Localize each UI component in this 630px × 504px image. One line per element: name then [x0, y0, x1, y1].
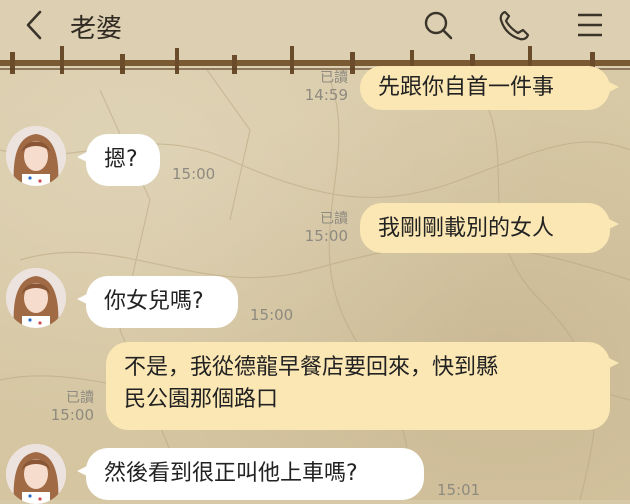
read-receipt: 已讀 15:00 — [304, 211, 348, 245]
message-bubble-incoming[interactable]: 然後看到很正叫他上車嗎? — [77, 448, 424, 500]
message-bubble-outgoing[interactable]: 我剛剛載別的女人 — [360, 203, 619, 253]
phone-icon[interactable] — [496, 8, 532, 42]
timestamp: 15:00 — [304, 227, 348, 245]
read-receipt: 已讀 15:00 — [50, 390, 94, 424]
back-icon[interactable] — [20, 8, 48, 42]
timestamp: 14:59 — [304, 86, 348, 104]
timestamp: 15:00 — [172, 165, 216, 183]
timestamp: 15:00 — [50, 406, 94, 424]
avatar-photo — [6, 126, 66, 186]
contact-avatar[interactable] — [6, 444, 66, 504]
search-icon[interactable] — [420, 8, 456, 42]
read-receipt: 已讀 14:59 — [304, 70, 348, 104]
message-text-line: 民公園那個路口 — [124, 387, 279, 412]
message-bubble-incoming[interactable]: 你女兒嗎? — [77, 276, 238, 328]
message-bubble-incoming[interactable]: 摁? — [77, 134, 160, 186]
avatar-photo — [6, 268, 66, 328]
contact-avatar[interactable] — [6, 126, 66, 186]
message-bubble-outgoing[interactable]: 先跟你自首一件事 — [360, 66, 619, 110]
avatar-photo — [6, 444, 66, 504]
menu-icon[interactable] — [572, 8, 608, 42]
timestamp: 15:00 — [250, 306, 294, 324]
message-bubble-outgoing[interactable]: 不是，我從德龍早餐店要回來，快到縣 民公園那個路口 — [106, 342, 619, 430]
message-text-line: 不是，我從德龍早餐店要回來，快到縣 — [124, 355, 499, 380]
contact-avatar[interactable] — [6, 268, 66, 328]
contact-name[interactable]: 老婆 — [70, 8, 122, 45]
timestamp: 15:01 — [437, 481, 481, 499]
